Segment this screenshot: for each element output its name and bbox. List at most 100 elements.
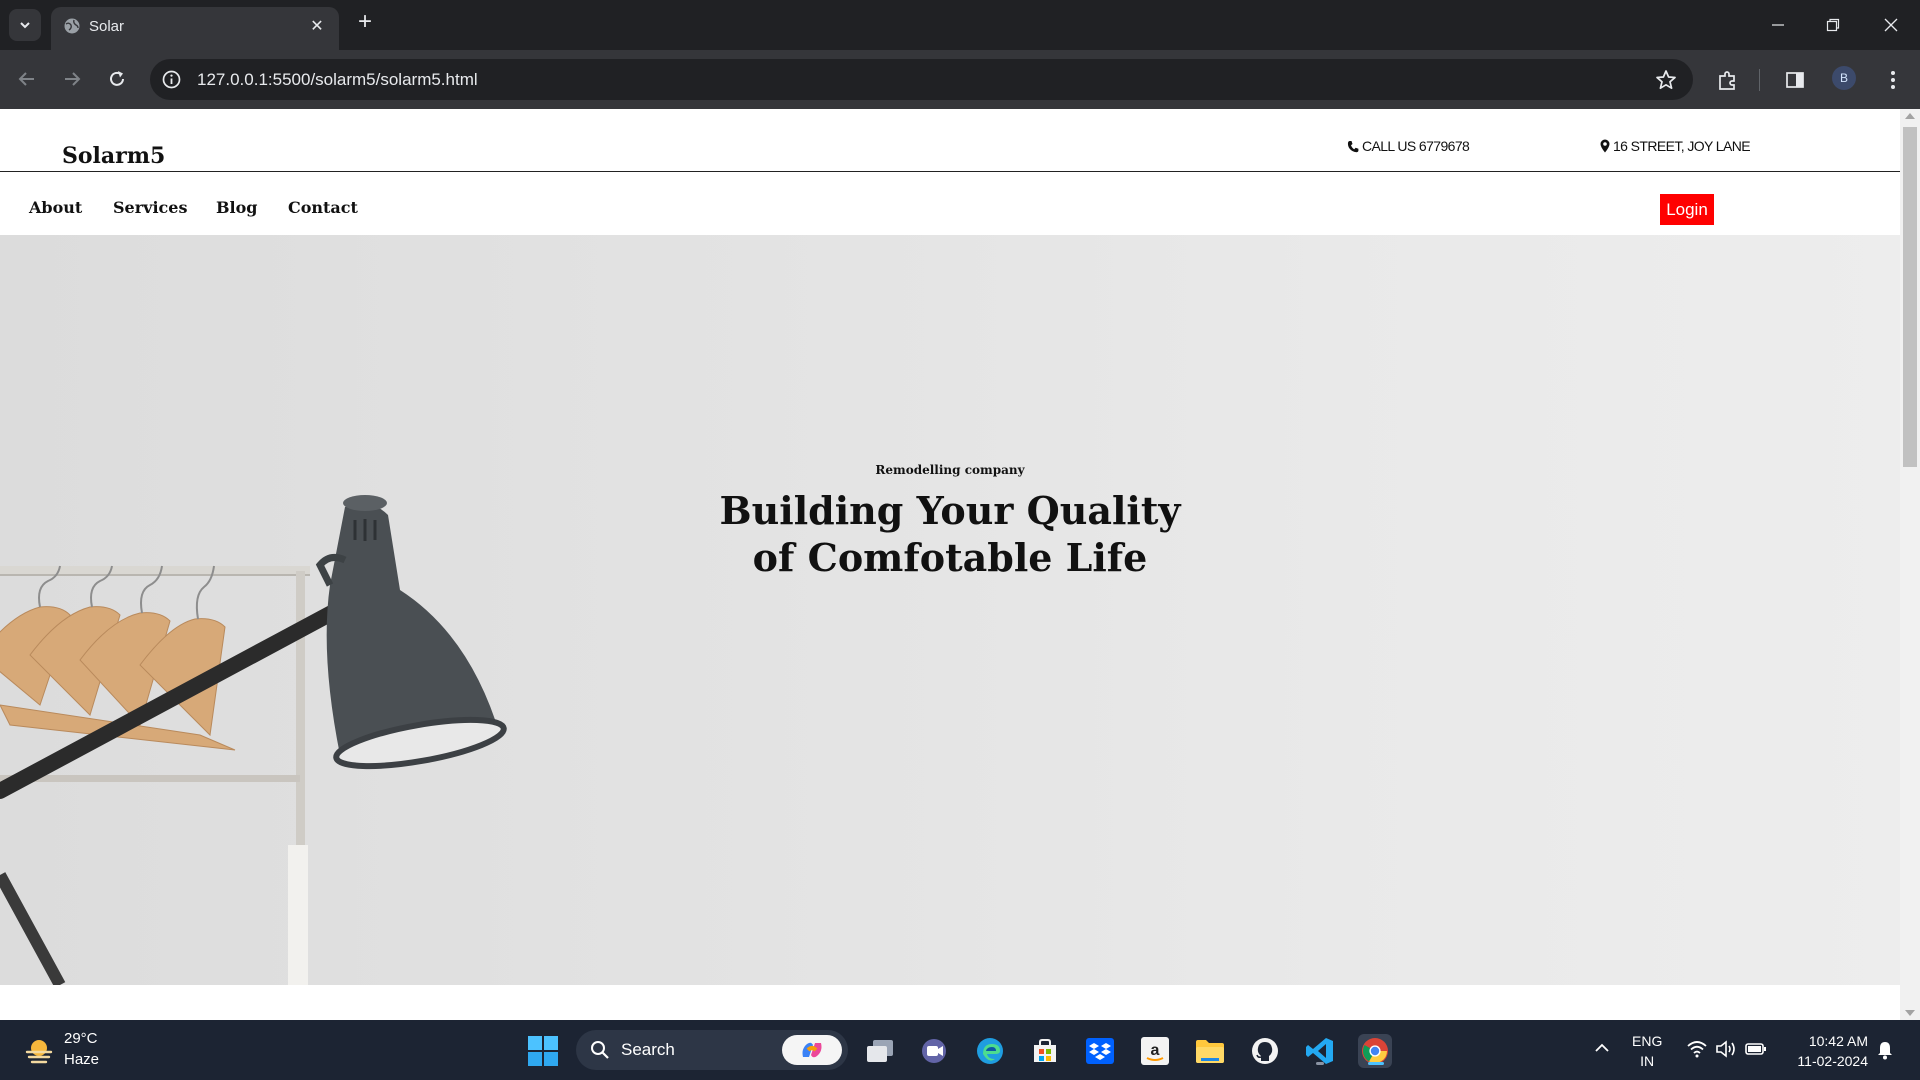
battery-icon[interactable] (1745, 1038, 1767, 1060)
restore-icon (1826, 18, 1840, 32)
profile-avatar[interactable]: B (1832, 66, 1856, 90)
copilot-button[interactable] (782, 1035, 842, 1065)
side-panel-icon (1786, 72, 1804, 88)
search-icon (591, 1041, 609, 1059)
reload-button[interactable] (104, 66, 130, 92)
edge-browser-button[interactable] (973, 1034, 1007, 1068)
amazon-icon: a (1141, 1037, 1169, 1065)
close-window-button[interactable] (1876, 10, 1906, 40)
address-contact: 16 STREET, JOY LANE (1600, 138, 1751, 154)
svg-text:a: a (1151, 1042, 1160, 1059)
tab-search-button[interactable] (9, 9, 41, 41)
hero-title-line-1: Building Your Quality (719, 488, 1181, 533)
nav-link-contact[interactable]: Contact (288, 198, 358, 217)
site-nav: About Services Blog Contact Login (0, 173, 1900, 235)
hero-section: Remodelling company Building Your Qualit… (0, 235, 1900, 985)
search-label: Search (621, 1040, 675, 1059)
nav-link-blog[interactable]: Blog (216, 198, 257, 217)
hero-text: Remodelling company Building Your Qualit… (0, 235, 1900, 985)
hero-kicker: Remodelling company (875, 463, 1025, 477)
chrome-button[interactable] (1358, 1034, 1392, 1068)
phone-contact: CALL US 6779678 (1347, 138, 1470, 154)
windows-taskbar: 29°C Haze Search a ENG IN 10:42 AM 11-02… (0, 1020, 1920, 1080)
phone-text: CALL US 6779678 (1362, 138, 1470, 154)
store-bag-icon (1034, 1039, 1056, 1062)
vscode-button[interactable] (1303, 1034, 1337, 1068)
scroll-up-arrow-icon[interactable] (1905, 113, 1915, 119)
active-indicator (1368, 1062, 1384, 1065)
clock-date: 11-02-2024 (1797, 1053, 1868, 1069)
hero-title: Building Your Quality of Comfotable Life (0, 487, 1900, 581)
phone-icon (1347, 140, 1359, 152)
scroll-down-arrow-icon[interactable] (1905, 1010, 1915, 1016)
hero-title-line-2: of Comfotable Life (752, 535, 1148, 580)
language-code: ENG (1632, 1033, 1663, 1049)
address-bar[interactable]: 127.0.0.1:5500/solarm5/solarm5.html (150, 59, 1693, 100)
tab-title: Solar (89, 18, 125, 35)
wifi-icon[interactable] (1686, 1038, 1708, 1060)
menu-button[interactable] (1880, 67, 1906, 93)
browser-tab[interactable]: Solar ✕ (51, 7, 339, 50)
globe-icon (64, 18, 80, 34)
minimize-button[interactable] (1763, 10, 1793, 40)
chrome-icon (1362, 1038, 1388, 1064)
file-explorer-button[interactable] (1193, 1034, 1227, 1068)
url-text: 127.0.0.1:5500/solarm5/solarm5.html (197, 70, 478, 89)
system-clock[interactable]: 10:42 AM 11-02-2024 (1786, 1031, 1868, 1071)
github-icon (1252, 1038, 1278, 1064)
login-button[interactable]: Login (1660, 194, 1714, 225)
arrow-right-icon (65, 72, 81, 86)
chevron-up-icon[interactable] (1592, 1038, 1612, 1058)
back-button[interactable] (14, 66, 40, 92)
bookmark-star-icon[interactable] (1655, 69, 1677, 91)
close-icon (1884, 18, 1898, 32)
nav-link-about[interactable]: About (29, 198, 82, 217)
new-tab-button[interactable]: + (353, 10, 377, 35)
microsoft-store-button[interactable] (1028, 1034, 1062, 1068)
video-chat-icon (922, 1039, 946, 1063)
notification-bell-icon[interactable] (1875, 1040, 1895, 1060)
restore-button[interactable] (1818, 10, 1848, 40)
page-viewport: Solarm5 CALL US 6779678 16 STREET, JOY L… (0, 109, 1920, 1020)
folder-icon (1196, 1040, 1224, 1063)
task-view-button[interactable] (863, 1034, 897, 1068)
scrollbar-thumb[interactable] (1903, 127, 1917, 467)
amazon-button[interactable]: a (1138, 1034, 1172, 1068)
copilot-icon (802, 1042, 822, 1058)
weather-haze-icon[interactable] (24, 1036, 54, 1066)
minimize-icon (1772, 24, 1784, 26)
side-panel-button[interactable] (1782, 67, 1808, 93)
more-vertical-icon (1891, 71, 1895, 89)
extensions-button[interactable] (1715, 67, 1741, 93)
forward-button[interactable] (59, 66, 85, 92)
task-view-icon (867, 1040, 893, 1062)
running-indicator (1316, 1062, 1324, 1065)
edge-browser-icon (977, 1038, 1003, 1064)
vertical-scrollbar[interactable] (1900, 109, 1920, 1020)
region-code: IN (1640, 1053, 1655, 1069)
nav-link-services[interactable]: Services (113, 198, 187, 217)
tab-close-icon[interactable]: ✕ (307, 16, 327, 36)
puzzle-icon (1719, 71, 1735, 90)
teams-chat-button[interactable] (918, 1034, 952, 1068)
map-marker-icon (1600, 139, 1610, 153)
site-header: Solarm5 CALL US 6779678 16 STREET, JOY L… (0, 109, 1900, 172)
site-info-icon[interactable] (162, 70, 181, 89)
clock-time: 10:42 AM (1808, 1033, 1868, 1049)
browser-toolbar: 127.0.0.1:5500/solarm5/solarm5.html (0, 50, 1920, 109)
reload-icon (110, 71, 124, 86)
taskbar-search[interactable]: Search (576, 1030, 848, 1070)
volume-icon[interactable] (1715, 1038, 1737, 1060)
site-logo[interactable]: Solarm5 (62, 143, 165, 169)
github-desktop-button[interactable] (1248, 1034, 1282, 1068)
dropbox-icon (1086, 1038, 1114, 1064)
language-indicator[interactable]: ENG IN (1632, 1031, 1662, 1071)
toolbar-divider (1759, 69, 1760, 91)
browser-tabstrip: Solar ✕ + (0, 0, 1920, 50)
weather-temperature[interactable]: 29°C (64, 1030, 98, 1047)
windows-start-icon[interactable] (527, 1035, 559, 1067)
dropbox-button[interactable] (1083, 1034, 1117, 1068)
address-text: 16 STREET, JOY LANE (1613, 138, 1751, 154)
chevron-down-icon (20, 22, 30, 29)
weather-condition[interactable]: Haze (64, 1051, 99, 1068)
